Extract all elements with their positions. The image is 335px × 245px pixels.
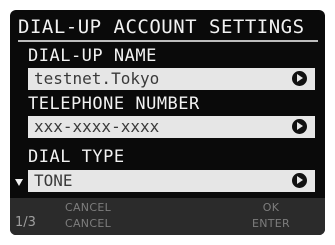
telephone-number-field[interactable]: xxx-xxxx-xxxx — [28, 116, 315, 138]
footer-bar: 1/3 CANCEL OK CANCEL ENTER — [10, 198, 325, 235]
page-indicator: 1/3 — [15, 215, 36, 230]
dial-up-name-label: DIAL-UP NAME — [28, 46, 157, 66]
dial-type-label: DIAL TYPE — [28, 147, 125, 167]
triangle-down-icon — [15, 179, 23, 186]
enter-key-hint[interactable]: ENTER — [231, 217, 311, 231]
telephone-number-label: TELEPHONE NUMBER — [28, 94, 200, 114]
dial-up-name-value: testnet.Tokyo — [34, 69, 160, 88]
dial-type-value: TONE — [34, 171, 73, 190]
chevron-right-circle-icon — [292, 71, 307, 86]
dial-type-field[interactable]: TONE — [28, 170, 315, 192]
ok-button[interactable]: OK — [231, 201, 311, 215]
chevron-right-circle-icon — [292, 173, 307, 188]
dial-up-name-field[interactable]: testnet.Tokyo — [28, 68, 315, 90]
settings-screen: DIAL-UP ACCOUNT SETTINGS DIAL-UP NAME te… — [10, 10, 325, 235]
telephone-number-value: xxx-xxxx-xxxx — [34, 117, 160, 136]
screen-title: DIAL-UP ACCOUNT SETTINGS — [18, 14, 318, 42]
chevron-right-circle-icon — [292, 119, 307, 134]
cancel-button[interactable]: CANCEL — [48, 201, 128, 215]
cancel-key-hint[interactable]: CANCEL — [48, 217, 128, 231]
